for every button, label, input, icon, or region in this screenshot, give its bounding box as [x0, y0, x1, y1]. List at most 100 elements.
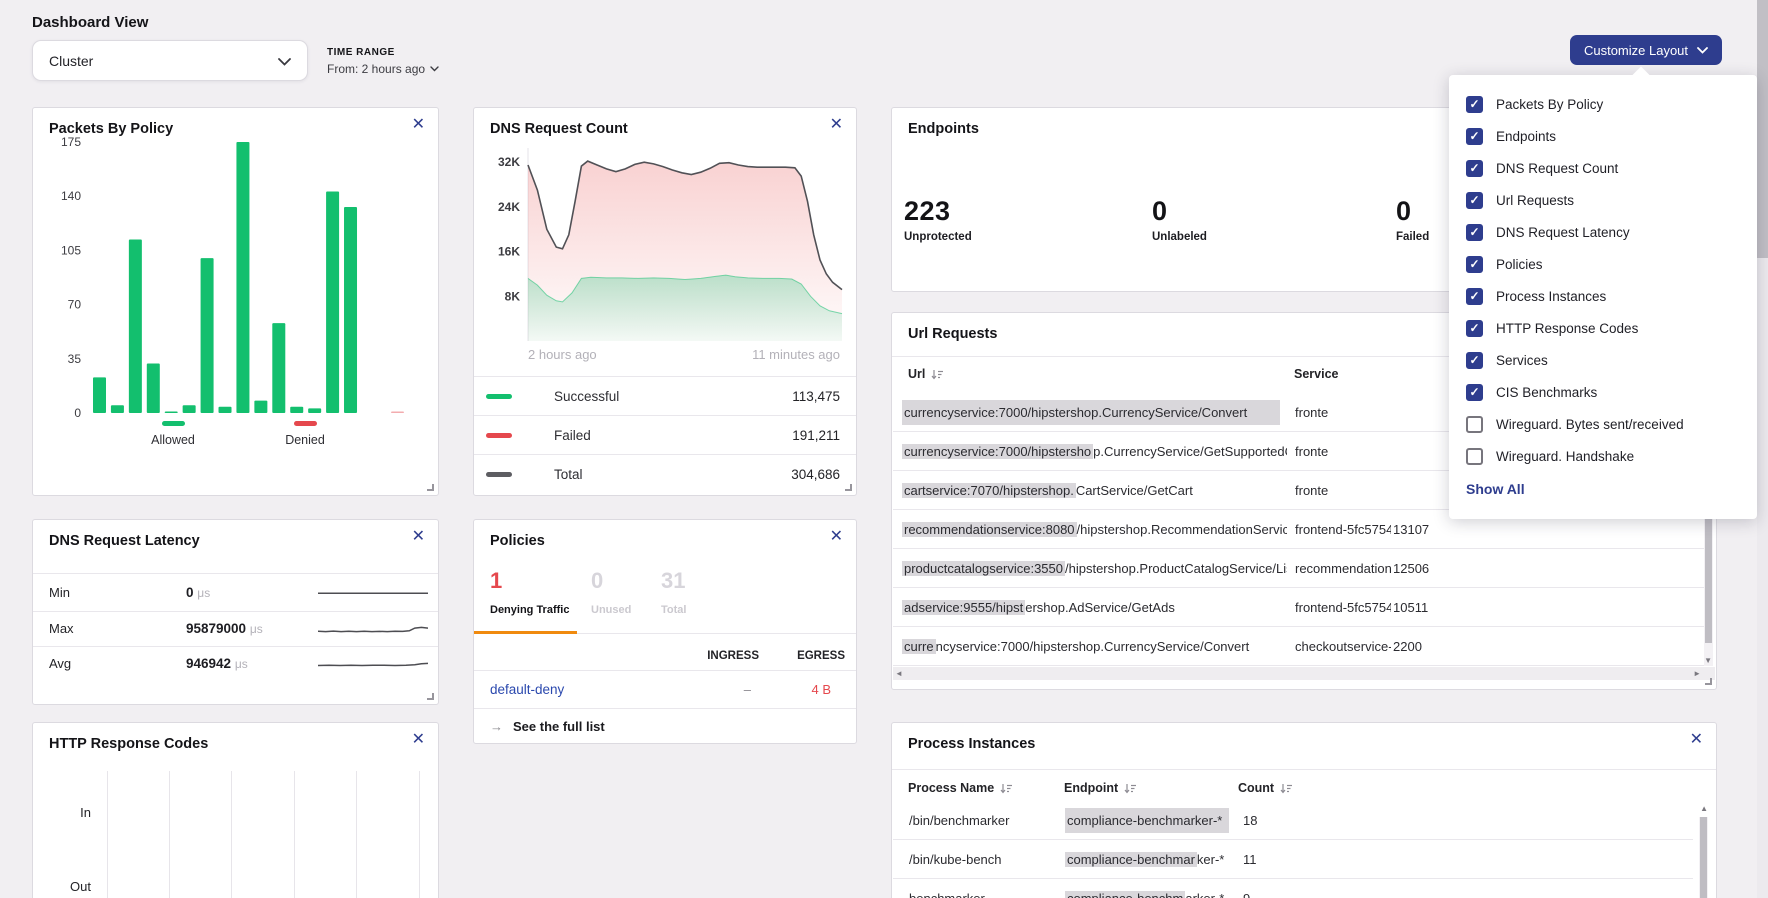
table-hscrollbar[interactable] — [893, 667, 1715, 680]
sparkline — [318, 618, 428, 640]
menu-item-packets-by-policy[interactable]: ✓ Packets By Policy — [1449, 88, 1757, 120]
resize-handle[interactable] — [845, 484, 852, 491]
process-name-cell: benchmarker — [909, 891, 1065, 898]
active-tab-underline — [474, 631, 577, 634]
menu-item-endpoints[interactable]: ✓ Endpoints — [1449, 120, 1757, 152]
page-scrollbar-thumb[interactable] — [1757, 0, 1768, 258]
checkbox-icon[interactable]: ✓ — [1466, 224, 1483, 241]
close-icon[interactable]: ✕ — [412, 732, 425, 748]
service-cell: frontend-5fc5754db… — [1295, 522, 1391, 537]
menu-item-wireguard-bytes[interactable]: ✓ Wireguard. Bytes sent/received — [1449, 408, 1757, 440]
table-row[interactable]: /bin/kube-bench compliance-benchmarker-*… — [893, 840, 1693, 879]
tab-denying-traffic[interactable]: 1 Denying Traffic — [490, 568, 569, 616]
panel-title: Process Instances — [908, 736, 1035, 752]
policy-row[interactable]: default-deny – 4 B — [474, 670, 856, 708]
policy-name-link[interactable]: default-deny — [490, 682, 564, 697]
latency-value: 95879000 μs — [186, 621, 263, 636]
menu-item-http-response-codes[interactable]: ✓ HTTP Response Codes — [1449, 312, 1757, 344]
scroll-right-arrow[interactable]: ► — [1693, 670, 1701, 678]
checkbox-icon[interactable]: ✓ — [1466, 384, 1483, 401]
checkbox-icon[interactable]: ✓ — [1466, 448, 1483, 465]
menu-item-dns-request-latency[interactable]: ✓ DNS Request Latency — [1449, 216, 1757, 248]
metric-value: 0 — [1396, 196, 1429, 227]
scroll-up-arrow[interactable]: ▲ — [1700, 805, 1708, 813]
panel-title: Packets By Policy — [49, 121, 173, 137]
panel-title: DNS Request Count — [490, 121, 628, 137]
checkbox-icon[interactable]: ✓ — [1466, 96, 1483, 113]
cluster-select[interactable]: Cluster — [32, 40, 308, 81]
allowed-label: Allowed — [151, 433, 195, 447]
table-row[interactable]: productcatalogservice:3550/hipstershop.P… — [893, 549, 1705, 588]
table-row[interactable]: adservice:9555/hipstershop.AdService/Get… — [893, 588, 1705, 627]
menu-item-process-instances[interactable]: ✓ Process Instances — [1449, 280, 1757, 312]
scroll-left-arrow[interactable]: ◄ — [895, 670, 903, 678]
table-row[interactable]: benchmarker compliance-benchmarker-* 9 — [893, 879, 1693, 898]
metric-label: Unlabeled — [1152, 231, 1207, 243]
failed-label: Failed — [554, 428, 591, 443]
checkbox-icon[interactable]: ✓ — [1466, 416, 1483, 433]
column-header-count[interactable]: Count — [1238, 781, 1292, 795]
see-full-list-link[interactable]: →See the full list — [490, 719, 605, 734]
svg-text:0: 0 — [74, 406, 81, 420]
close-icon[interactable]: ✕ — [830, 529, 843, 545]
table-row[interactable]: currencyservice:7000/hipstershop.Currenc… — [893, 627, 1705, 666]
endpoint-cell: compliance-benchmarker-* — [1065, 891, 1241, 898]
checkbox-icon[interactable]: ✓ — [1466, 320, 1483, 337]
tab-unused[interactable]: 0 Unused — [591, 568, 631, 616]
total-value: 304,686 — [791, 467, 840, 482]
menu-item-policies[interactable]: ✓ Policies — [1449, 248, 1757, 280]
resize-handle[interactable] — [427, 484, 434, 491]
successful-label: Successful — [554, 389, 619, 404]
panel-title: HTTP Response Codes — [49, 736, 208, 752]
checkbox-icon[interactable]: ✓ — [1466, 160, 1483, 177]
column-header-service[interactable]: Service — [1294, 367, 1338, 381]
close-icon[interactable]: ✕ — [830, 117, 843, 133]
menu-item-url-requests[interactable]: ✓ Url Requests — [1449, 184, 1757, 216]
menu-item-cis-benchmarks[interactable]: ✓ CIS Benchmarks — [1449, 376, 1757, 408]
column-header-url[interactable]: Url — [908, 367, 943, 381]
show-all-link[interactable]: Show All — [1466, 481, 1525, 497]
tab-total[interactable]: 31 Total — [661, 568, 686, 616]
service-cell: checkoutservice-56… — [1295, 639, 1391, 654]
total-swatch — [486, 472, 512, 477]
close-icon[interactable]: ✕ — [1690, 732, 1703, 748]
url-cell: currencyservice:7000/hipstershop.Currenc… — [902, 400, 1280, 425]
legend-row-total: Total 304,686 — [474, 454, 856, 493]
close-icon[interactable]: ✕ — [412, 529, 425, 545]
metric-label: Failed — [1396, 231, 1429, 243]
table-vscrollbar[interactable] — [1699, 817, 1708, 898]
column-header-process-name[interactable]: Process Name — [908, 781, 1012, 795]
row-label-in: In — [51, 805, 91, 820]
customize-layout-label: Customize Layout — [1584, 43, 1688, 58]
failed-value: 191,211 — [792, 428, 840, 443]
scroll-down-arrow[interactable]: ▼ — [1704, 657, 1712, 665]
checkbox-icon[interactable]: ✓ — [1466, 288, 1483, 305]
checkbox-icon[interactable]: ✓ — [1466, 352, 1483, 369]
checkbox-icon[interactable]: ✓ — [1466, 128, 1483, 145]
checkbox-icon[interactable]: ✓ — [1466, 192, 1483, 209]
denied-swatch — [294, 421, 317, 426]
resize-handle[interactable] — [427, 693, 434, 700]
service-cell: frontend-5fc5754db… — [1295, 600, 1391, 615]
table-row[interactable]: /bin/benchmarker compliance-benchmarker-… — [893, 801, 1693, 840]
close-icon[interactable]: ✕ — [412, 117, 425, 133]
count-cell: 12506 — [1393, 561, 1463, 576]
menu-item-wireguard-handshake[interactable]: ✓ Wireguard. Handshake — [1449, 440, 1757, 472]
count-cell: 9 — [1243, 891, 1250, 898]
endpoint-cell: compliance-benchmarker-* — [1065, 852, 1241, 867]
cluster-select-value: Cluster — [49, 53, 93, 69]
service-cell: fronte — [1295, 444, 1391, 459]
resize-handle[interactable] — [1705, 678, 1712, 685]
panel-dns-request-latency: DNS Request Latency ✕ Min 0 μs Max 95879… — [32, 519, 439, 705]
svg-text:140: 140 — [61, 189, 81, 203]
metric-value: 0 — [1152, 196, 1207, 227]
time-range-from[interactable]: From: 2 hours ago — [327, 62, 439, 76]
panel-policies: Policies ✕ 1 Denying Traffic 0 Unused 31… — [473, 519, 857, 744]
latency-row-max: Max 95879000 μs — [33, 611, 438, 646]
checkbox-icon[interactable]: ✓ — [1466, 256, 1483, 273]
menu-item-dns-request-count[interactable]: ✓ DNS Request Count — [1449, 152, 1757, 184]
menu-item-services[interactable]: ✓ Services — [1449, 344, 1757, 376]
customize-layout-button[interactable]: Customize Layout — [1570, 35, 1722, 65]
column-header-endpoint[interactable]: Endpoint — [1064, 781, 1136, 795]
legend-row-failed: Failed 191,211 — [474, 415, 856, 454]
